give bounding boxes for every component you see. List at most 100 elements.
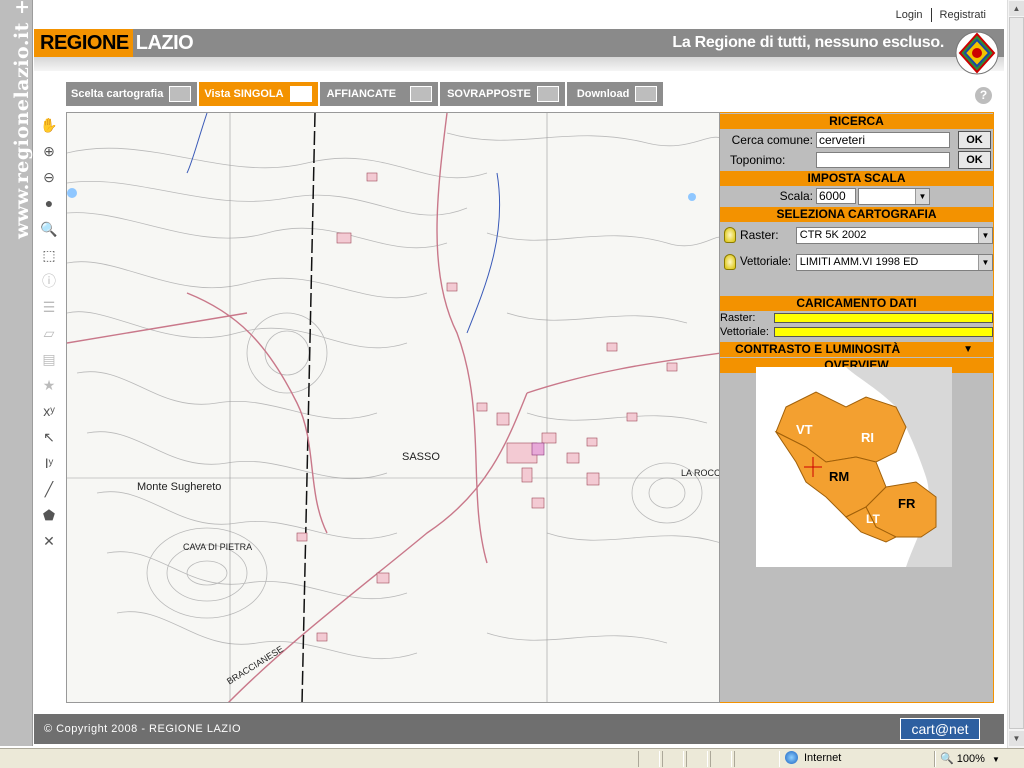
scroll-up-icon[interactable]: ▲ — [1009, 1, 1024, 16]
clear-icon[interactable]: ✕ — [35, 528, 63, 554]
toponimo-input[interactable] — [816, 152, 950, 168]
status-cell — [638, 751, 660, 767]
site-header: REGIONE LAZIO La Regione di tutti, nessu… — [34, 29, 1004, 57]
vettoriale-select[interactable]: LIMITI AMM.VI 1998 ED ▼ — [795, 253, 993, 271]
pan-hand-icon[interactable]: ✋ — [35, 112, 63, 138]
tab-label: AFFIANCATE — [326, 88, 397, 100]
map-toolbar: ✋ ⊕ ⊖ ● 🔍 ⬚ ⓘ ☰ ▱ ▤ ★ xʸ ↖ Iʸ ╱ ⬟ ✕ — [35, 112, 63, 554]
zoom-value: 100% — [956, 753, 985, 765]
site-slogan: La Regione di tutti, nessuno escluso. — [672, 34, 944, 51]
load-raster-label: Raster: — [720, 312, 756, 324]
tab-sovrapposte[interactable]: SOVRAPPOSTE — [440, 82, 565, 106]
scala-dropdown[interactable]: ▼ — [858, 187, 930, 205]
map-viewer[interactable]: SASSO Monte Sughereto CAVA DI PIETRA LA … — [66, 112, 720, 703]
side-brand-text[interactable]: www.regionelazio.it + — [11, 0, 33, 239]
cerca-comune-ok-button[interactable]: OK — [958, 131, 991, 149]
status-cell — [734, 751, 780, 767]
list-icon[interactable]: ☰ — [35, 294, 63, 320]
status-cell — [934, 751, 936, 767]
province-label-vt: VT — [796, 422, 813, 437]
raster-select-value: CTR 5K 2002 — [799, 228, 867, 241]
internet-globe-icon — [785, 751, 798, 764]
security-zone[interactable]: Internet — [785, 751, 841, 764]
browser-status-bar: Internet 🔍 100% ▼ — [0, 748, 1024, 768]
view-tabs: Scelta cartografia Vista SINGOLA AFFIANC… — [66, 82, 665, 106]
logo-word-lazio: LAZIO — [135, 31, 194, 54]
status-cell — [686, 751, 708, 767]
globe-icon[interactable]: ● — [35, 190, 63, 216]
lazio-emblem-icon — [954, 29, 1000, 77]
contrasto-luminosita-header[interactable]: CONTRASTO E LUMINOSITÀ ▼ — [720, 342, 993, 357]
tab-label: Download — [576, 88, 630, 100]
side-brand-strip: www.regionelazio.it + — [0, 0, 33, 746]
province-label-lt: LT — [866, 512, 880, 526]
status-cell — [710, 751, 732, 767]
scala-input[interactable]: 6000 — [816, 188, 856, 204]
tab-label: Scelta cartografia — [71, 88, 164, 100]
panel-spacer — [720, 276, 993, 296]
regione-lazio-logo[interactable]: REGIONE LAZIO — [34, 29, 194, 57]
logo-word-regione: REGIONE — [34, 29, 133, 57]
vettoriale-lightbulb-icon[interactable] — [724, 254, 736, 270]
zoom-box-icon[interactable]: ⬚ — [35, 242, 63, 268]
download-icon — [635, 86, 658, 102]
tab-scelta-cartografia[interactable]: Scelta cartografia — [66, 82, 198, 106]
expand-triangle-icon[interactable]: ▼ — [963, 342, 973, 357]
single-view-icon — [289, 86, 312, 102]
vettoriale-row: Vettoriale: LIMITI AMM.VI 1998 ED ▼ — [720, 248, 993, 276]
map-label-cava-di-pietra: CAVA DI PIETRA — [183, 542, 253, 552]
xy-coord-icon[interactable]: xʸ — [35, 398, 63, 424]
toponimo-label: Toponimo: — [730, 153, 786, 167]
zoom-search-icon[interactable]: 🔍 — [35, 216, 63, 242]
vettoriale-label: Vettoriale: — [739, 256, 792, 268]
seleziona-cartografia-header: SELEZIONA CARTOGRAFIA — [720, 207, 993, 222]
raster-load-progress-bar — [774, 313, 993, 323]
scroll-thumb[interactable] — [1009, 17, 1024, 729]
help-icon[interactable]: ? — [975, 87, 992, 104]
xy-pointer-icon[interactable]: ↖ — [35, 424, 63, 450]
zoom-out-icon[interactable]: ⊖ — [35, 164, 63, 190]
zoom-level[interactable]: 🔍 100% ▼ — [940, 752, 1000, 765]
cerca-comune-input[interactable]: cerveteri — [816, 132, 950, 148]
load-vettoriale-label: Vettoriale: — [720, 326, 769, 338]
caricamento-dati-header: CARICAMENTO DATI — [720, 296, 993, 311]
tab-affiancate[interactable]: AFFIANCATE — [319, 82, 439, 106]
load-raster-row: Raster: — [720, 311, 993, 325]
raster-row: Raster: CTR 5K 2002 ▼ — [720, 222, 993, 248]
xy-input-icon[interactable]: Iʸ — [35, 450, 63, 476]
lazio-overview-svg — [756, 367, 952, 567]
topographic-map — [67, 113, 719, 702]
side-by-side-icon — [410, 86, 433, 102]
page-scrollbar[interactable]: ▲ ▼ — [1007, 0, 1024, 748]
toponimo-ok-button[interactable]: OK — [958, 151, 991, 169]
raster-lightbulb-icon[interactable] — [724, 227, 736, 243]
scroll-down-icon[interactable]: ▼ — [1009, 731, 1024, 746]
overview-map[interactable]: VT RI RM FR LT — [756, 367, 952, 567]
layer-icon[interactable]: ▱ — [35, 320, 63, 346]
cartanet-logo[interactable]: cart@net — [900, 718, 980, 740]
chevron-down-icon: ▼ — [978, 227, 992, 243]
imposta-scala-header: IMPOSTA SCALA — [720, 171, 993, 186]
print-icon[interactable]: ▤ — [35, 346, 63, 372]
register-link[interactable]: Registrati — [932, 9, 994, 21]
cerca-comune-row: Cerca comune: cerveteri OK — [720, 130, 993, 150]
measure-line-icon[interactable]: ╱ — [35, 476, 63, 502]
browser-page: www.regionelazio.it + Login Registrati R… — [0, 0, 1024, 768]
province-label-ri: RI — [861, 430, 874, 445]
raster-label: Raster: — [739, 228, 779, 242]
tab-label: SOVRAPPOSTE — [447, 88, 531, 100]
info-icon[interactable]: ⓘ — [35, 268, 63, 294]
tab-label: Vista SINGOLA — [204, 88, 284, 100]
tab-download[interactable]: Download — [566, 82, 664, 106]
measure-area-icon[interactable]: ⬟ — [35, 502, 63, 528]
map-label-monte-sughereto: Monte Sughereto — [137, 481, 222, 493]
contrasto-title: CONTRASTO E LUMINOSITÀ — [735, 342, 901, 356]
bookmark-icon[interactable]: ★ — [35, 372, 63, 398]
login-link[interactable]: Login — [888, 9, 931, 21]
scala-row: Scala: 6000 ▼ — [720, 186, 993, 206]
ricerca-header: RICERCA — [720, 114, 993, 129]
raster-select[interactable]: CTR 5K 2002 ▼ — [795, 226, 993, 244]
top-links: Login Registrati — [888, 8, 994, 22]
zoom-in-icon[interactable]: ⊕ — [35, 138, 63, 164]
tab-vista-singola[interactable]: Vista SINGOLA — [199, 82, 318, 106]
